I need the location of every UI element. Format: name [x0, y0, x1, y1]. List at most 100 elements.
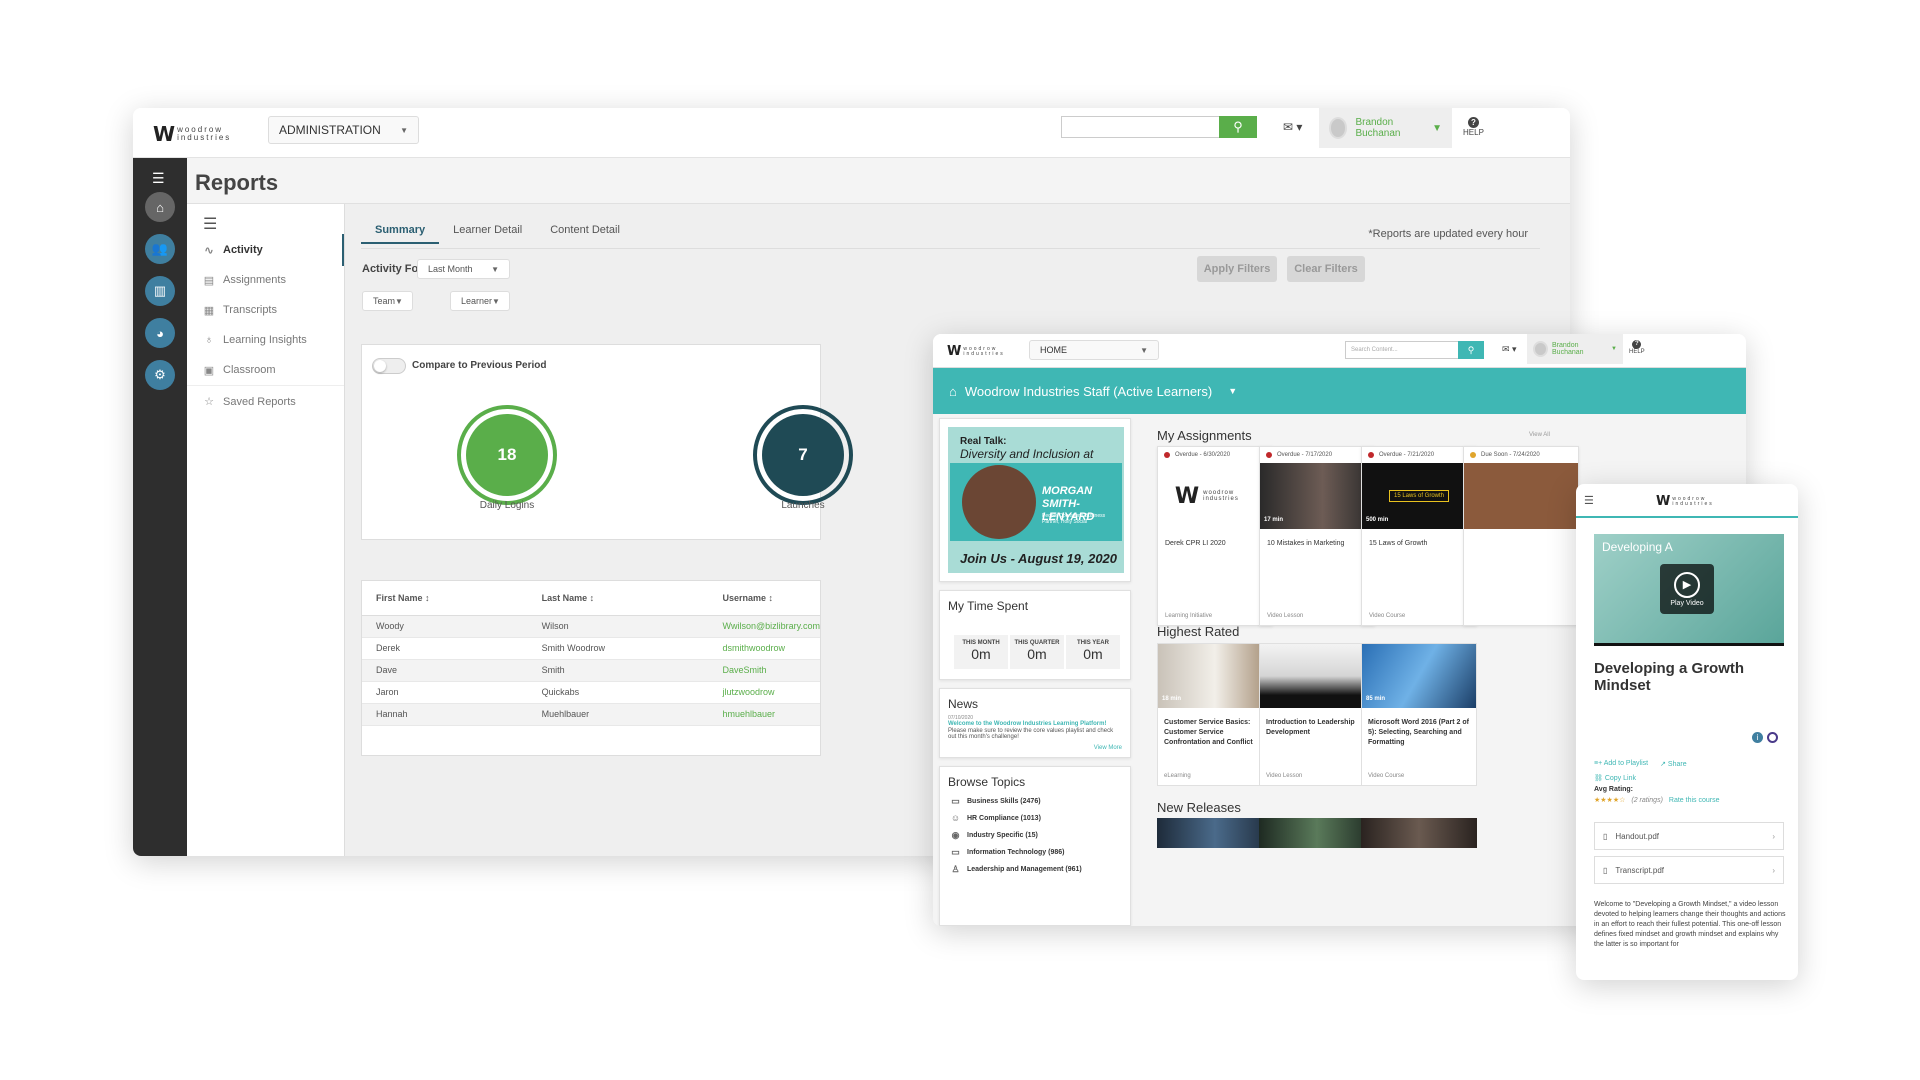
table-row[interactable]: Dave Smith DaveSmith: [362, 659, 820, 682]
cell-username[interactable]: dsmithwoodrow: [708, 637, 820, 660]
view-more-link[interactable]: View More: [1094, 745, 1122, 751]
news-headline[interactable]: Welcome to the Woodrow Industries Learni…: [948, 721, 1106, 727]
learner-filter[interactable]: Learner ▼: [450, 291, 510, 311]
table-row[interactable]: Woody Wilson Wwilson@bizlibrary.com: [362, 615, 820, 638]
info-icon[interactable]: i: [1752, 732, 1763, 743]
help-label: HELP: [1463, 128, 1484, 137]
course-card[interactable]: 18 min Customer Service Basics: Customer…: [1157, 643, 1273, 786]
menu-icon[interactable]: ☰: [152, 170, 165, 187]
new-release-thumbnail[interactable]: [1157, 818, 1273, 848]
daily-logins-ring: 18: [457, 405, 557, 505]
mail-icon[interactable]: ✉ ▾: [1502, 344, 1517, 355]
course-card[interactable]: 85 min Microsoft Word 2016 (Part 2 of 5)…: [1361, 643, 1477, 786]
view-all-link[interactable]: View All: [1529, 432, 1550, 438]
promo-card[interactable]: Real Talk: Diversity and Inclusion at Wo…: [939, 418, 1131, 582]
table-row[interactable]: Derek Smith Woodrow dsmithwoodrow: [362, 637, 820, 660]
tab-summary[interactable]: Summary: [361, 218, 440, 244]
news-title: News: [948, 697, 979, 711]
topic-label: Information Technology (986): [967, 849, 1065, 856]
cell-username[interactable]: hmuehlbauer: [708, 703, 820, 726]
subnav-item-saved-reports[interactable]: ☆ Saved Reports: [187, 385, 344, 417]
browse-topics-title: Browse Topics: [948, 775, 1026, 789]
add-to-playlist-link[interactable]: ≡+ Add to Playlist: [1594, 760, 1648, 768]
daily-logins-label: Daily Logins: [479, 500, 535, 511]
module-select-value: ADMINISTRATION: [279, 123, 381, 137]
group-banner[interactable]: ⌂ Woodrow Industries Staff (Active Learn…: [933, 368, 1746, 414]
play-button[interactable]: ▶ Play Video: [1660, 564, 1714, 614]
copy-link[interactable]: ⛓ Copy Link: [1594, 774, 1636, 782]
search-input[interactable]: Search Content...: [1345, 341, 1459, 359]
cell-last-name: Wilson: [527, 615, 709, 638]
new-release-thumbnail[interactable]: [1361, 818, 1477, 848]
cell-first-name: Jaron: [362, 681, 528, 704]
file-handout[interactable]: ▯ Handout.pdf ›: [1594, 822, 1784, 850]
tab-content-detail[interactable]: Content Detail: [536, 218, 634, 244]
subnav-item-learning-insights[interactable]: ♁ Learning Insights: [203, 324, 344, 356]
menu-icon[interactable]: ☰: [203, 214, 217, 234]
topic-label: Business Skills (2476): [967, 798, 1041, 805]
thumbnail-brand: woodrow industries: [1203, 490, 1239, 502]
update-note: *Reports are updated every hour: [1368, 228, 1528, 240]
activity-for-select[interactable]: Last Month ▼: [417, 259, 510, 279]
module-select[interactable]: ADMINISTRATION ▼: [268, 116, 419, 144]
topic-leadership[interactable]: ♙ Leadership and Management (961): [950, 864, 1081, 875]
team-filter-label: Team: [373, 296, 396, 306]
help-button[interactable]: ? HELP: [1629, 340, 1645, 355]
cell-username[interactable]: Wwilson@bizlibrary.com: [708, 615, 820, 638]
brand-logo[interactable]: W woodrow industries: [153, 122, 231, 146]
course-card[interactable]: Introduction to Leadership Development V…: [1259, 643, 1375, 786]
user-name: Brandon Buchanan: [1355, 117, 1401, 139]
subnav-item-activity[interactable]: ∿ Activity: [203, 234, 344, 266]
topic-hr-compliance[interactable]: ☺ HR Compliance (1013): [950, 813, 1041, 823]
user-menu[interactable]: Brandon Buchanan ▼: [1319, 108, 1452, 148]
brand-logo[interactable]: W woodrow industries: [1656, 494, 1712, 509]
table-row[interactable]: Jaron Quickabs jlutzwoodrow: [362, 681, 820, 704]
assignment-card[interactable]: Overdue - 7/17/2020 17 min 10 Mistakes i…: [1259, 446, 1375, 626]
apply-filters-button[interactable]: Apply Filters: [1197, 256, 1277, 282]
compare-toggle[interactable]: [372, 358, 406, 374]
file-name: Handout.pdf: [1615, 831, 1659, 841]
brand-logo[interactable]: W woodrow industries: [947, 344, 1003, 359]
file-transcript[interactable]: ▯ Transcript.pdf ›: [1594, 856, 1784, 884]
column-username[interactable]: Username ↕: [708, 581, 820, 616]
topic-information-technology[interactable]: ▭ Information Technology (986): [950, 847, 1065, 858]
assignment-card[interactable]: Overdue - 6/30/2020 W woodrow industries…: [1157, 446, 1273, 626]
column-first-name[interactable]: First Name ↕: [362, 581, 528, 616]
video-player[interactable]: Developing A ▶ Play Video: [1594, 534, 1784, 646]
library-icon[interactable]: ▥: [145, 276, 175, 306]
subnav-item-assignments[interactable]: ▤ Assignments: [203, 264, 344, 296]
module-select[interactable]: HOME ▼: [1029, 340, 1159, 360]
rating-row: ★★★★☆ (2 ratings) Rate this course: [1594, 796, 1720, 805]
tab-learner-detail[interactable]: Learner Detail: [439, 218, 536, 244]
help-button[interactable]: ? HELP: [1463, 117, 1484, 137]
cell-username[interactable]: jlutzwoodrow: [708, 681, 820, 704]
table-row[interactable]: Hannah Muehlbauer hmuehlbauer: [362, 703, 820, 726]
topic-business-skills[interactable]: ▭ Business Skills (2476): [950, 796, 1041, 807]
compare-label: Compare to Previous Period: [412, 360, 547, 371]
search-button[interactable]: ⚲: [1219, 116, 1257, 138]
assignment-card[interactable]: Due Soon - 7/24/2020: [1463, 446, 1579, 626]
search-button[interactable]: ⚲: [1458, 341, 1484, 359]
status-circle-icon[interactable]: [1767, 732, 1778, 743]
topic-industry-specific[interactable]: ◉ Industry Specific (15): [950, 830, 1038, 841]
menu-icon[interactable]: ☰: [1584, 494, 1594, 507]
assignment-card[interactable]: Overdue - 7/21/2020 15 Laws of Growth 50…: [1361, 446, 1477, 626]
rate-course-link[interactable]: Rate this course: [1669, 797, 1720, 804]
settings-gear-icon[interactable]: ⚙: [145, 360, 175, 390]
users-icon[interactable]: 👥: [145, 234, 175, 264]
chevron-down-icon: ▼: [395, 296, 403, 306]
subnav-item-transcripts[interactable]: ▦ Transcripts: [203, 294, 344, 326]
mail-icon[interactable]: ✉ ▾: [1283, 120, 1302, 134]
share-link[interactable]: ↗ Share: [1660, 760, 1687, 768]
team-filter[interactable]: Team ▼: [362, 291, 413, 311]
column-last-name[interactable]: Last Name ↕: [527, 581, 709, 616]
clear-filters-button[interactable]: Clear Filters: [1287, 256, 1365, 282]
speaker-name-1: MORGAN: [1042, 485, 1093, 497]
reports-pie-icon[interactable]: ◕: [145, 318, 175, 348]
search-input[interactable]: [1061, 116, 1221, 138]
cell-username[interactable]: DaveSmith: [708, 659, 820, 682]
new-release-thumbnail[interactable]: [1259, 818, 1375, 848]
user-menu[interactable]: Brandon Buchanan ▼: [1527, 334, 1623, 364]
subnav-item-classroom[interactable]: ▣ Classroom: [203, 354, 344, 386]
home-icon[interactable]: ⌂: [145, 192, 175, 222]
